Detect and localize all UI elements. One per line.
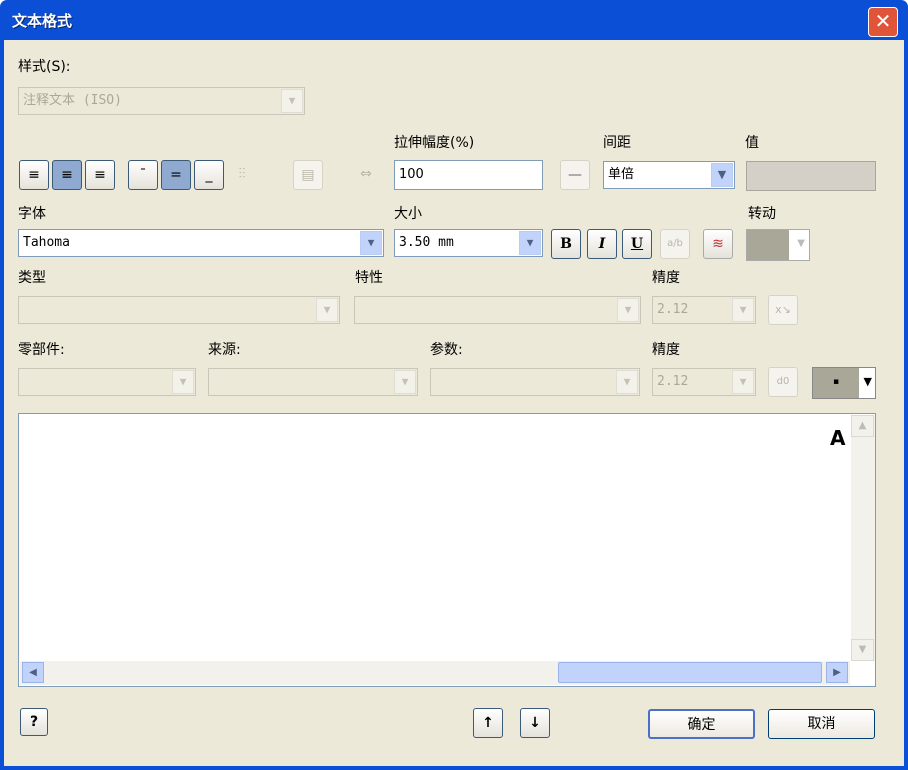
justify-button[interactable]: ⫶⫶ [227,160,257,190]
fit-text-icon: ⇔ [360,166,372,182]
justify-icon: ⫶⫶ [238,166,246,182]
dialog-title: 文本格式 [12,12,73,30]
spacing-label: 间距 [603,135,631,151]
style-value: 注释文本 (ISO) [23,93,122,108]
layers-icon: ≋ [712,236,724,252]
parameter-combo[interactable]: ▼ [430,368,640,396]
rotation-combo[interactable]: ▼ [746,229,810,261]
spacing-value-input[interactable] [746,161,876,191]
chevron-down-icon: ▼ [863,375,872,388]
valign-top-button[interactable]: ¯ [128,160,158,190]
export-down-button[interactable]: ↓ [520,708,550,738]
align-left-icon: ≡ [28,167,40,183]
valign-bottom-button[interactable]: _ [194,160,224,190]
line-spacing-button[interactable]: — [560,160,590,190]
scroll-up-icon[interactable]: ▲ [851,415,874,437]
valign-top-icon: ¯ [139,167,147,183]
preview-glyph: A [830,426,846,450]
italic-button[interactable]: I [587,229,617,259]
line-icon: — [568,167,582,183]
valign-bottom-icon: _ [205,167,213,183]
precision-label-2: 精度 [652,342,680,358]
dialog-window: 文本格式 ✕ 样式(S): 注释文本 (ISO) ▼ 拉伸幅度(%) 间距 值 ≡… [0,0,908,770]
rotation-label: 转动 [748,206,776,222]
rotation-swatch [747,230,789,260]
stretch-label: 拉伸幅度(%) [394,135,475,151]
precision-value-1: 2.12 [657,302,689,317]
symbol-swatch: ▪ [813,368,859,398]
underline-button[interactable]: U [622,229,652,259]
font-label: 字体 [18,206,46,222]
size-combo[interactable]: 3.50 mm ▼ [394,229,543,257]
chevron-down-icon: ▼ [281,89,303,113]
horizontal-scrollbar[interactable]: ◀ ▶ [20,661,850,685]
spacing-combo[interactable]: 单倍 ▼ [603,161,735,189]
chevron-down-icon: ▼ [360,231,382,255]
insert-symbol-icon: d0 [776,376,790,387]
help-button[interactable]: ? [20,708,48,736]
precision-label-1: 精度 [652,270,680,286]
chevron-down-icon: ▼ [711,163,733,187]
precision-value-2: 2.12 [657,374,689,389]
stack-button[interactable]: a/b [660,229,690,259]
source-combo[interactable]: ▼ [208,368,418,396]
align-left-button[interactable]: ≡ [19,160,49,190]
chevron-down-icon: ▼ [732,370,754,394]
font-combo[interactable]: Tahoma ▼ [18,229,384,257]
text-box-icon: ▤ [301,167,315,183]
chevron-down-icon: ▼ [617,298,639,322]
scroll-left-icon[interactable]: ◀ [22,662,44,683]
insert-parameter-button[interactable]: x↘ [768,295,798,325]
chevron-down-icon: ▼ [732,298,754,322]
scroll-right-icon[interactable]: ▶ [826,662,848,683]
fit-text-button[interactable]: ⇔ [351,160,381,190]
insert-symbol-button[interactable]: d0 [768,367,798,397]
chevron-down-icon: ▼ [316,298,338,322]
type-label: 类型 [18,270,46,286]
parameter-label: 参数: [430,342,463,358]
stretch-input[interactable]: 100 [394,160,543,190]
component-combo[interactable]: ▼ [18,368,196,396]
cancel-button[interactable]: 取消 [768,709,875,739]
close-button[interactable]: ✕ [868,7,898,37]
align-center-icon: ≡ [61,167,73,183]
chevron-down-icon: ▼ [394,370,416,394]
text-box-button[interactable]: ▤ [293,160,323,190]
text-editor[interactable]: A ▲ ▼ ◀ ▶ [18,413,876,687]
vertical-scrollbar[interactable]: ▲ ▼ [851,415,875,661]
chevron-down-icon: ▼ [797,238,805,249]
horizontal-scroll-thumb[interactable] [558,662,822,683]
align-right-icon: ≡ [94,167,106,183]
symbol-combo[interactable]: ▪ ▼ [812,367,876,399]
property-label: 特性 [355,270,383,286]
align-center-button[interactable]: ≡ [52,160,82,190]
source-label: 来源: [208,342,241,358]
value-label: 值 [745,135,759,151]
layers-button[interactable]: ≋ [703,229,733,259]
import-up-button[interactable]: ↑ [473,708,503,738]
type-combo[interactable]: ▼ [18,296,340,324]
ok-button[interactable]: 确定 [648,709,755,739]
font-value: Tahoma [23,235,70,250]
size-label: 大小 [394,206,422,222]
valign-middle-icon: = [170,167,182,183]
component-label: 零部件: [18,342,65,358]
size-value: 3.50 mm [399,235,454,250]
chevron-down-icon: ▼ [172,370,194,394]
valign-middle-button[interactable]: = [161,160,191,190]
scroll-down-icon[interactable]: ▼ [851,639,874,661]
style-label: 样式(S): [18,59,71,75]
bold-button[interactable]: B [551,229,581,259]
chevron-down-icon: ▼ [616,370,638,394]
chevron-down-icon: ▼ [519,231,541,255]
fraction-icon: a/b [667,238,683,249]
precision-combo-1[interactable]: 2.12 ▼ [652,296,756,324]
dialog-body: 样式(S): 注释文本 (ISO) ▼ 拉伸幅度(%) 间距 值 ≡ ≡ ≡ ¯ … [4,40,904,766]
spacing-value: 单倍 [608,167,635,182]
precision-combo-2[interactable]: 2.12 ▼ [652,368,756,396]
property-combo[interactable]: ▼ [354,296,641,324]
insert-field-icon: x↘ [775,303,791,316]
align-right-button[interactable]: ≡ [85,160,115,190]
style-combo[interactable]: 注释文本 (ISO) ▼ [18,87,305,115]
